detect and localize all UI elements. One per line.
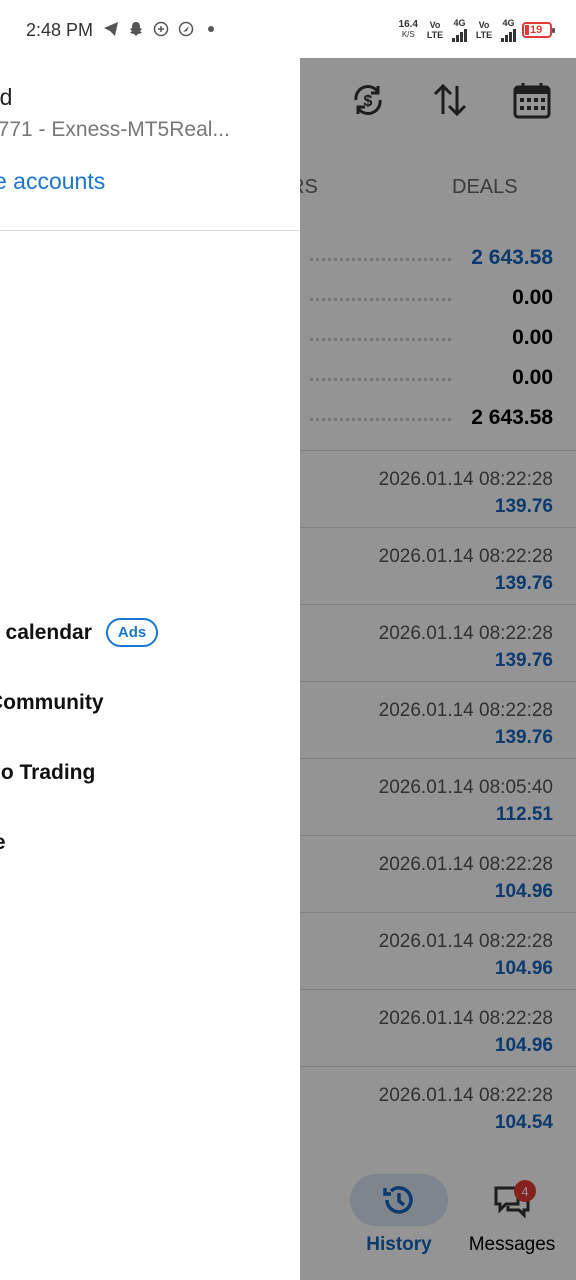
status-bar: 2:48 PM 16.4 K/S Vo LTE 4G Vo LTE 4G 19	[0, 0, 576, 58]
manage-accounts-link[interactable]: e accounts	[0, 168, 105, 195]
menu-item-label: c calendar	[0, 620, 92, 644]
status-time: 2:48 PM	[26, 20, 94, 40]
volte-2: Vo LTE	[475, 20, 493, 40]
notification-icons	[102, 20, 220, 38]
navigation-drawer: rd 5771 - Exness-MT5Real... e accounts c…	[0, 58, 300, 1280]
battery-icon: 19	[522, 22, 555, 38]
menu-item-label: le	[0, 831, 6, 855]
network-4g-1: 4G	[452, 18, 467, 42]
snapchat-icon	[127, 20, 145, 38]
telegram-icon	[102, 20, 120, 38]
menu-item-label: go Trading	[0, 761, 96, 784]
menu-item-economic-calendar[interactable]: c calendar Ads	[0, 618, 159, 647]
network-speed: 16.4 K/S	[398, 19, 418, 40]
menu-item-label: Community	[0, 691, 104, 714]
menu-item-community[interactable]: Community	[0, 691, 104, 715]
radar-icon	[177, 20, 195, 38]
account-details: 5771 - Exness-MT5Real...	[0, 118, 230, 141]
menu-item-user-guide[interactable]: le	[0, 831, 6, 855]
network-4g-2: 4G	[501, 18, 516, 42]
system-icons: 16.4 K/S Vo LTE 4G Vo LTE 4G 19	[398, 18, 555, 42]
dot-icon	[202, 20, 220, 38]
menu-item-algo-trading[interactable]: go Trading	[0, 761, 95, 785]
account-name: rd	[0, 84, 13, 110]
drawer-divider	[0, 230, 300, 231]
ads-badge: Ads	[105, 618, 159, 647]
volte-1: Vo LTE	[426, 20, 444, 40]
chat-plus-icon	[152, 20, 170, 38]
